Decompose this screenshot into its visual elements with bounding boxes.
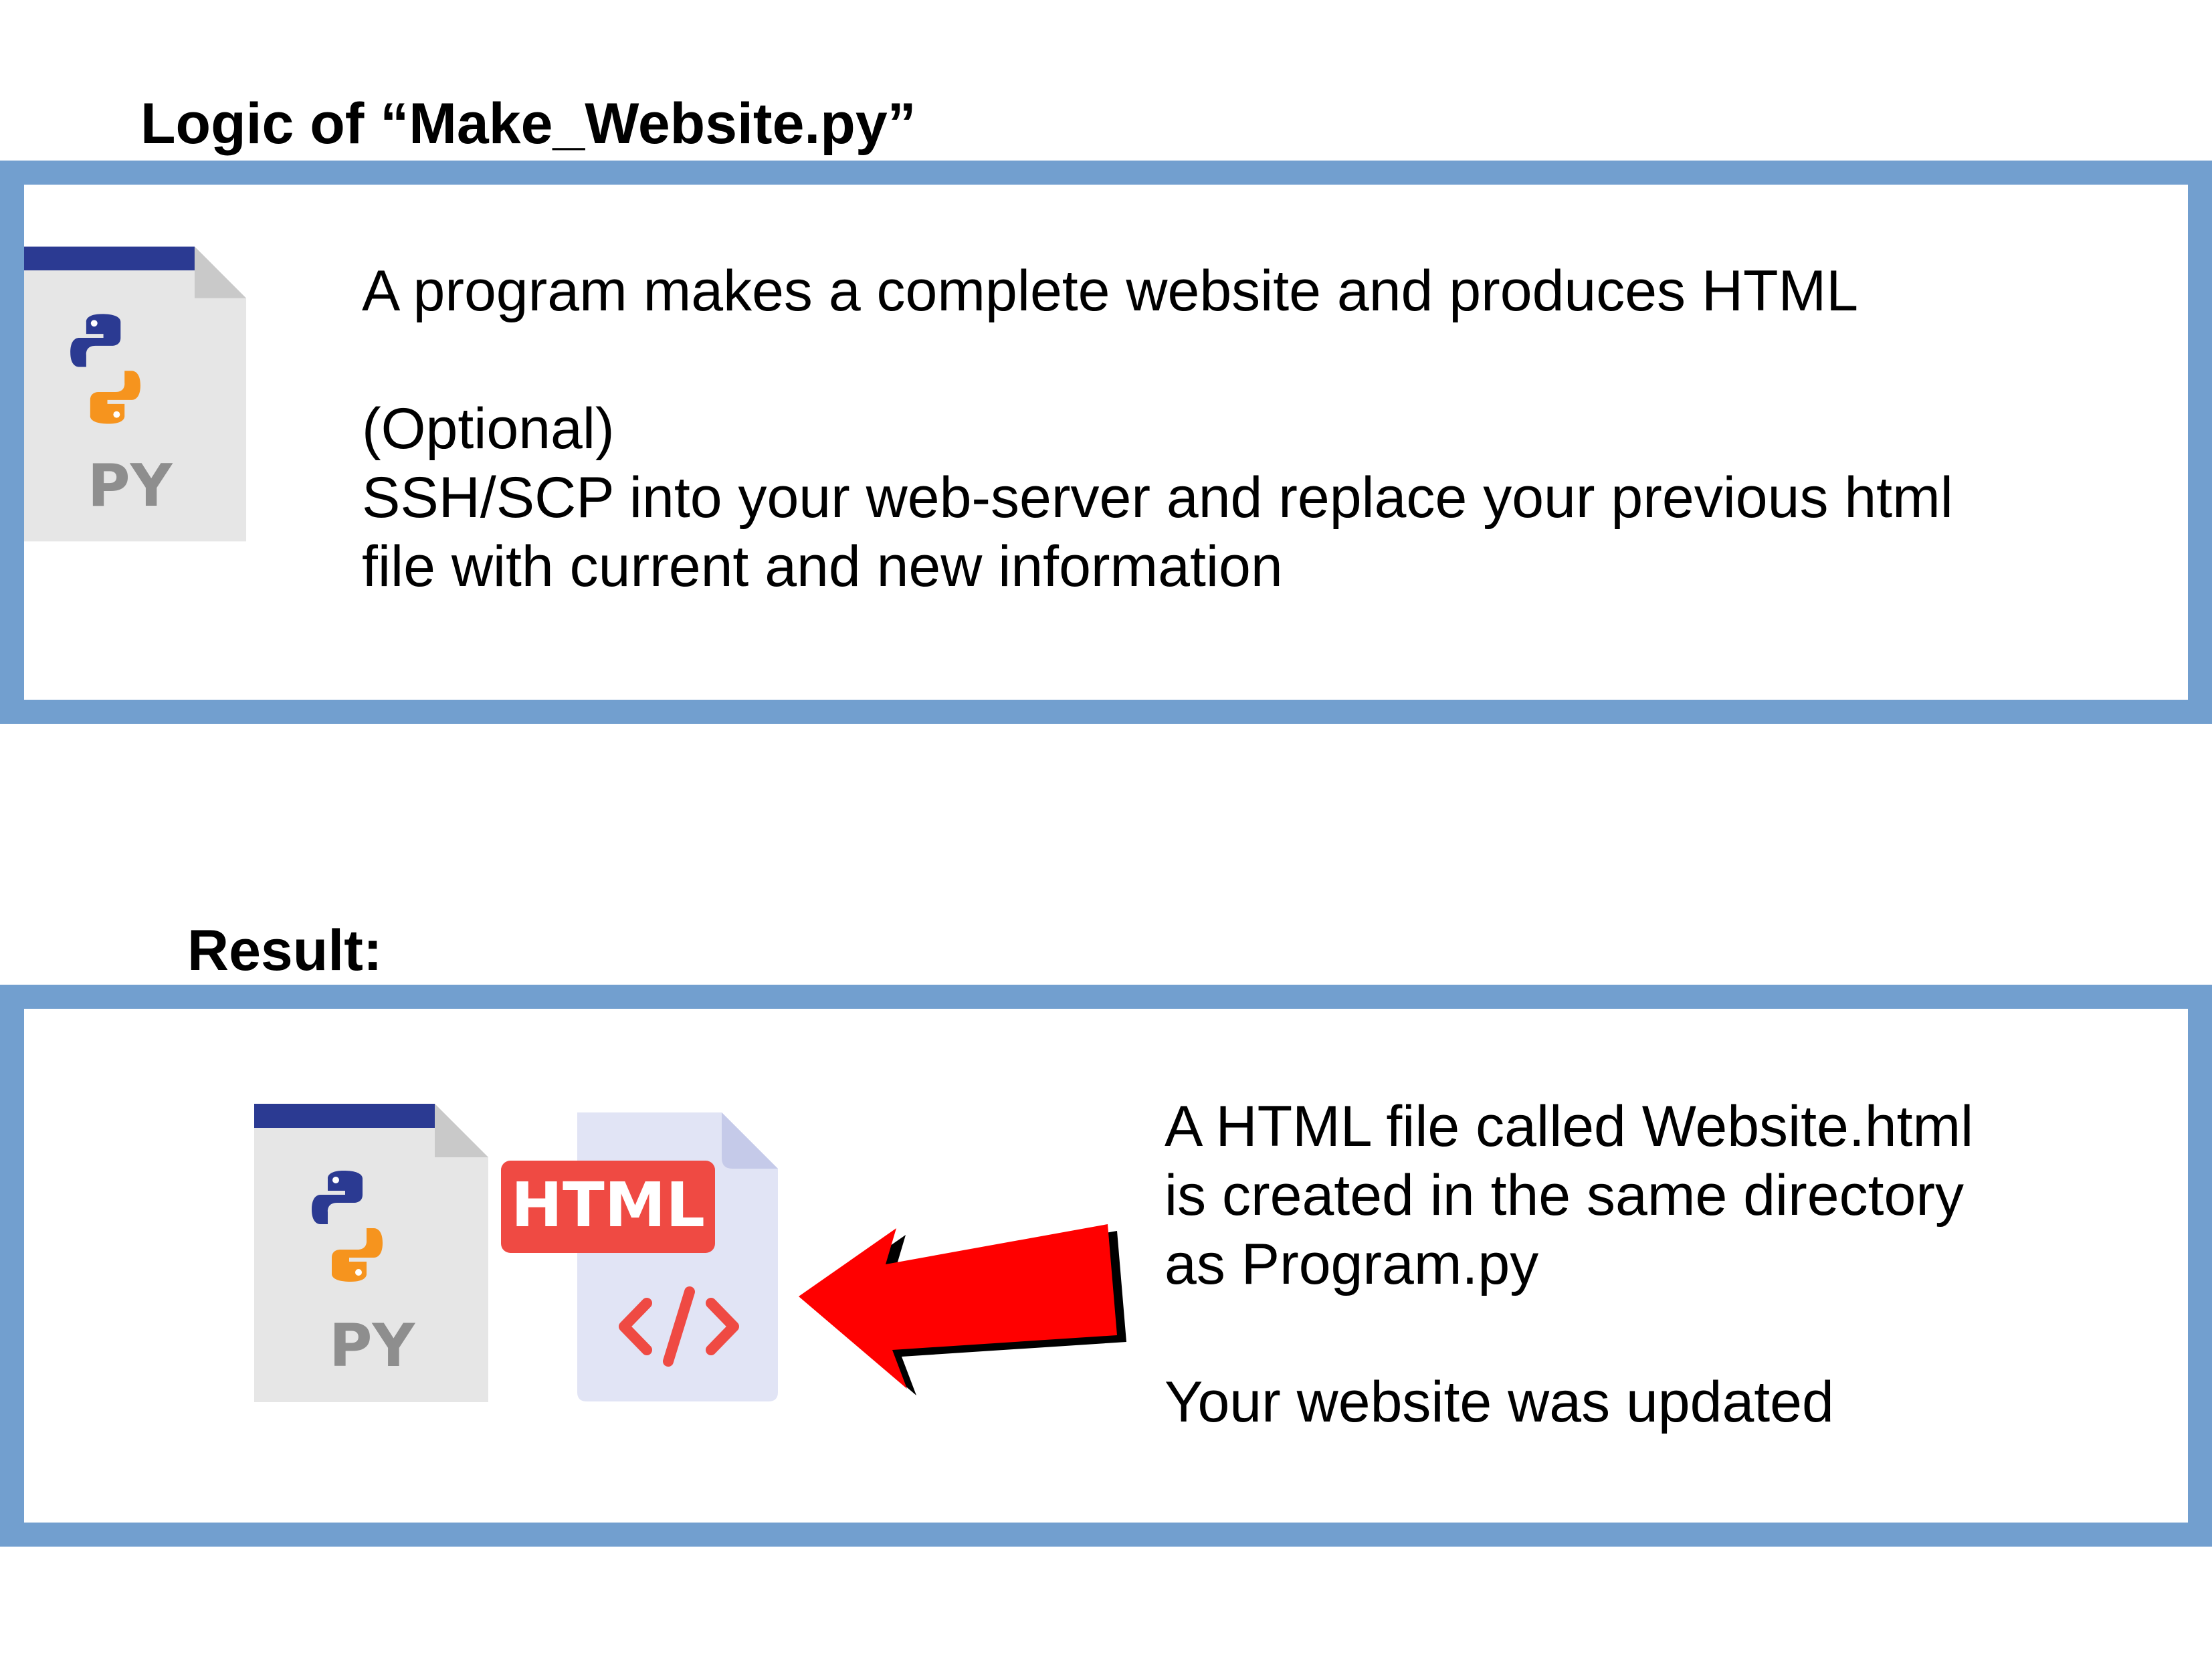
result-heading: Result:: [187, 918, 383, 983]
logic-description: A program makes a complete website and p…: [362, 257, 1953, 601]
html-file-label: HTML: [511, 1169, 705, 1241]
python-file-icon: PY: [24, 246, 247, 542]
result-line: [1165, 1299, 1973, 1368]
result-line: as Program.py: [1165, 1232, 1539, 1296]
result-line: Your website was updated: [1165, 1370, 1834, 1434]
logic-line: SSH/SCP into your web-server and replace…: [362, 466, 1953, 530]
logic-line: [362, 326, 1953, 395]
logic-heading: Logic of “Make_Website.py”: [140, 92, 916, 156]
logic-line: (Optional): [362, 397, 615, 461]
red-arrow-icon: [799, 1224, 1126, 1395]
python-file-label: PY: [88, 452, 173, 520]
result-panel: PY HTML A HTML file called Website.html …: [0, 985, 2212, 1547]
python-file-label: PY: [329, 1311, 415, 1380]
html-file-icon: HTML: [501, 1112, 778, 1401]
result-description: A HTML file called Website.html is creat…: [1165, 1092, 1973, 1437]
logic-panel: PY A program makes a complete website an…: [0, 161, 2212, 724]
result-line: is created in the same directory: [1165, 1163, 1964, 1228]
python-file-icon: PY: [254, 1104, 488, 1402]
result-line: A HTML file called Website.html: [1165, 1094, 1974, 1159]
logic-line: A program makes a complete website and p…: [362, 259, 1859, 323]
logic-line: file with current and new information: [362, 534, 1283, 599]
